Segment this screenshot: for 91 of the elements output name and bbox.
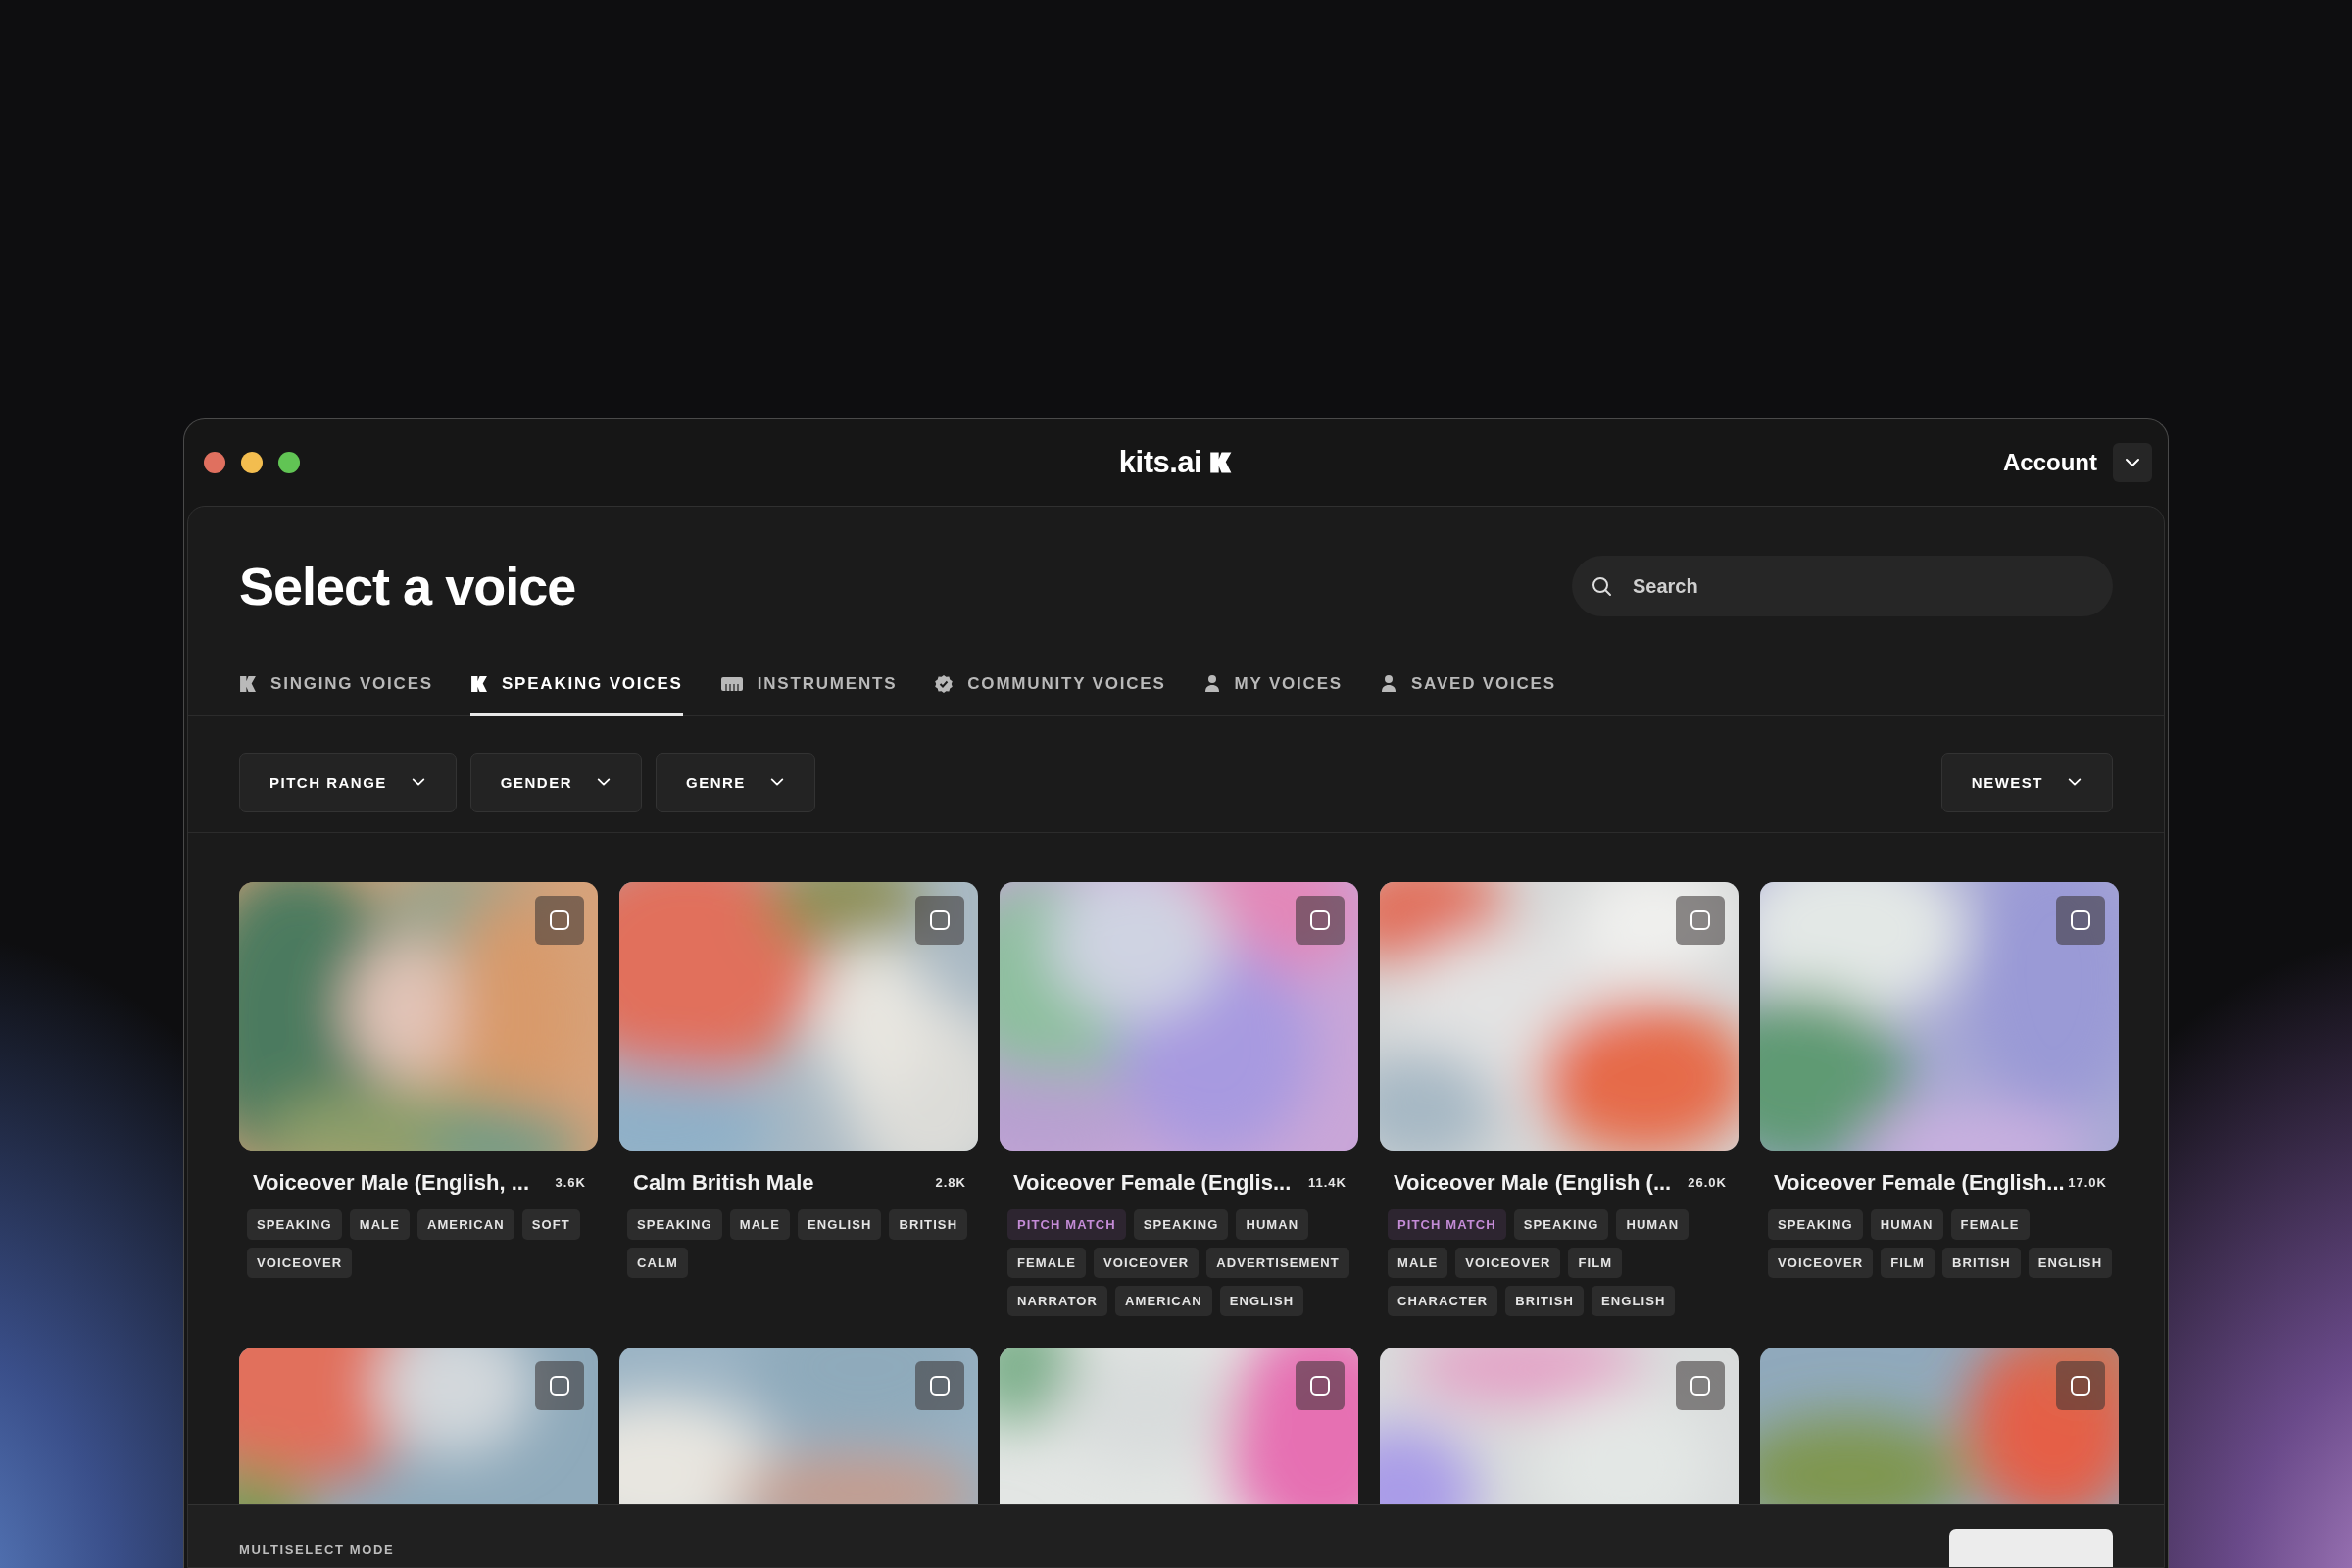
voice-tag: BRITISH bbox=[1505, 1285, 1584, 1316]
voice-tag: FEMALE bbox=[1950, 1208, 2030, 1240]
usage-count: 26.0K bbox=[1688, 1175, 1727, 1190]
checkbox-icon bbox=[2070, 1374, 2091, 1396]
select-checkbox[interactable] bbox=[1676, 895, 1725, 945]
account-dropdown[interactable] bbox=[2113, 443, 2152, 482]
voice-tag: HUMAN bbox=[1870, 1208, 1943, 1240]
voice-title: Voiceover Male (English, ... bbox=[253, 1169, 529, 1196]
voice-tag: HUMAN bbox=[1616, 1208, 1690, 1240]
filter-dropdown[interactable]: GENDER bbox=[469, 752, 643, 812]
tab[interactable]: COMMUNITY VOICES bbox=[934, 654, 1166, 716]
search-field[interactable]: Search bbox=[1572, 556, 2113, 616]
voice-tag: ADVERTISEMENT bbox=[1206, 1247, 1349, 1278]
voice-tag: FILM bbox=[1568, 1247, 1623, 1278]
checkbox-icon bbox=[1690, 908, 1711, 931]
close-button[interactable] bbox=[204, 452, 225, 473]
checkbox-icon bbox=[929, 1374, 951, 1396]
voice-title: Calm British Male bbox=[633, 1169, 814, 1196]
voice-tag: SPEAKING bbox=[1513, 1208, 1609, 1240]
select-checkbox[interactable] bbox=[2056, 895, 2105, 945]
checkbox-icon bbox=[1309, 908, 1331, 931]
filter-dropdown[interactable]: PITCH RANGE bbox=[239, 752, 457, 812]
feature-tag: PITCH MATCH bbox=[1388, 1208, 1506, 1240]
voice-tag: BRITISH bbox=[1941, 1247, 2021, 1278]
filter-dropdown[interactable]: GENRE bbox=[656, 752, 815, 812]
select-checkbox[interactable] bbox=[535, 895, 584, 945]
select-checkbox[interactable] bbox=[915, 895, 964, 945]
checkbox-icon bbox=[2070, 908, 2091, 931]
voice-tag: FEMALE bbox=[1007, 1247, 1087, 1278]
voice-tag: ENGLISH bbox=[2028, 1247, 2113, 1278]
voice-tag: HUMAN bbox=[1236, 1208, 1309, 1240]
checkbox-icon bbox=[549, 908, 570, 931]
voice-tag: SOFT bbox=[521, 1208, 580, 1240]
voice-tag: ENGLISH bbox=[1219, 1285, 1304, 1316]
voice-tag: SPEAKING bbox=[1768, 1208, 1863, 1240]
usage-count: 11.4K bbox=[1308, 1175, 1347, 1190]
voice-tag: SPEAKING bbox=[627, 1208, 722, 1240]
tab[interactable]: MY VOICES bbox=[1202, 654, 1343, 716]
tab[interactable]: SPEAKING VOICES bbox=[469, 654, 683, 716]
select-checkbox[interactable] bbox=[1676, 1360, 1725, 1410]
verified-badge-icon bbox=[934, 673, 955, 694]
checkbox-icon bbox=[1690, 1374, 1711, 1396]
logo-icon bbox=[239, 674, 257, 693]
voice-tag: MALE bbox=[349, 1208, 410, 1240]
person-icon bbox=[1202, 674, 1221, 693]
action-button[interactable] bbox=[1949, 1528, 2113, 1567]
voice-tag: VOICEOVER bbox=[1455, 1247, 1561, 1278]
voice-tag: MALE bbox=[1388, 1247, 1448, 1278]
page-title: Select a voice bbox=[239, 556, 576, 616]
voice-tag: FILM bbox=[1881, 1247, 1935, 1278]
select-checkbox[interactable] bbox=[1296, 1360, 1345, 1410]
minimize-button[interactable] bbox=[241, 452, 263, 473]
voice-tag: MALE bbox=[729, 1208, 790, 1240]
tab[interactable]: SINGING VOICES bbox=[239, 654, 433, 716]
voice-tag: ENGLISH bbox=[797, 1208, 882, 1240]
sort-dropdown[interactable]: NEWEST bbox=[1940, 752, 2113, 812]
voice-title: Voiceover Male (English (... bbox=[1394, 1169, 1672, 1196]
select-checkbox[interactable] bbox=[915, 1360, 964, 1410]
voice-tag: VOICEOVER bbox=[247, 1247, 353, 1278]
voice-tag: CHARACTER bbox=[1388, 1285, 1498, 1316]
voice-tag: SPEAKING bbox=[1133, 1208, 1229, 1240]
voice-tag: CALM bbox=[627, 1247, 688, 1278]
voice-tag: AMERICAN bbox=[1115, 1285, 1212, 1316]
usage-count: 17.0K bbox=[2068, 1175, 2107, 1190]
select-checkbox[interactable] bbox=[535, 1360, 584, 1410]
tab[interactable]: SAVED VOICES bbox=[1379, 654, 1556, 716]
voice-tag: VOICEOVER bbox=[1768, 1247, 1874, 1278]
voice-tag: VOICEOVER bbox=[1094, 1247, 1200, 1278]
checkbox-icon bbox=[549, 1374, 570, 1396]
multiselect-label: MULTISELECT MODE bbox=[239, 1542, 395, 1557]
checkbox-icon bbox=[1309, 1374, 1331, 1396]
voice-tag: ENGLISH bbox=[1591, 1285, 1676, 1316]
zoom-button[interactable] bbox=[278, 452, 300, 473]
voice-tag: BRITISH bbox=[889, 1208, 968, 1240]
feature-tag: PITCH MATCH bbox=[1007, 1208, 1126, 1240]
usage-count: 2.8K bbox=[935, 1175, 966, 1190]
checkbox-icon bbox=[929, 908, 951, 931]
select-checkbox[interactable] bbox=[1296, 895, 1345, 945]
voice-tag: NARRATOR bbox=[1007, 1285, 1107, 1316]
voice-tag: AMERICAN bbox=[416, 1208, 514, 1240]
app-logo: kits.ai bbox=[1118, 445, 1202, 480]
account-label[interactable]: Account bbox=[2003, 449, 2097, 476]
logo-icon bbox=[469, 674, 488, 693]
select-checkbox[interactable] bbox=[2056, 1360, 2105, 1410]
logo-icon bbox=[1209, 451, 1234, 474]
voice-tag: SPEAKING bbox=[247, 1208, 342, 1240]
voice-title: Voiceover Female (English... bbox=[1774, 1169, 2065, 1196]
usage-count: 3.6K bbox=[555, 1175, 586, 1190]
voice-title: Voiceover Female (Englis... bbox=[1013, 1169, 1292, 1196]
person-icon bbox=[1379, 674, 1397, 693]
tab[interactable]: INSTRUMENTS bbox=[719, 654, 898, 716]
